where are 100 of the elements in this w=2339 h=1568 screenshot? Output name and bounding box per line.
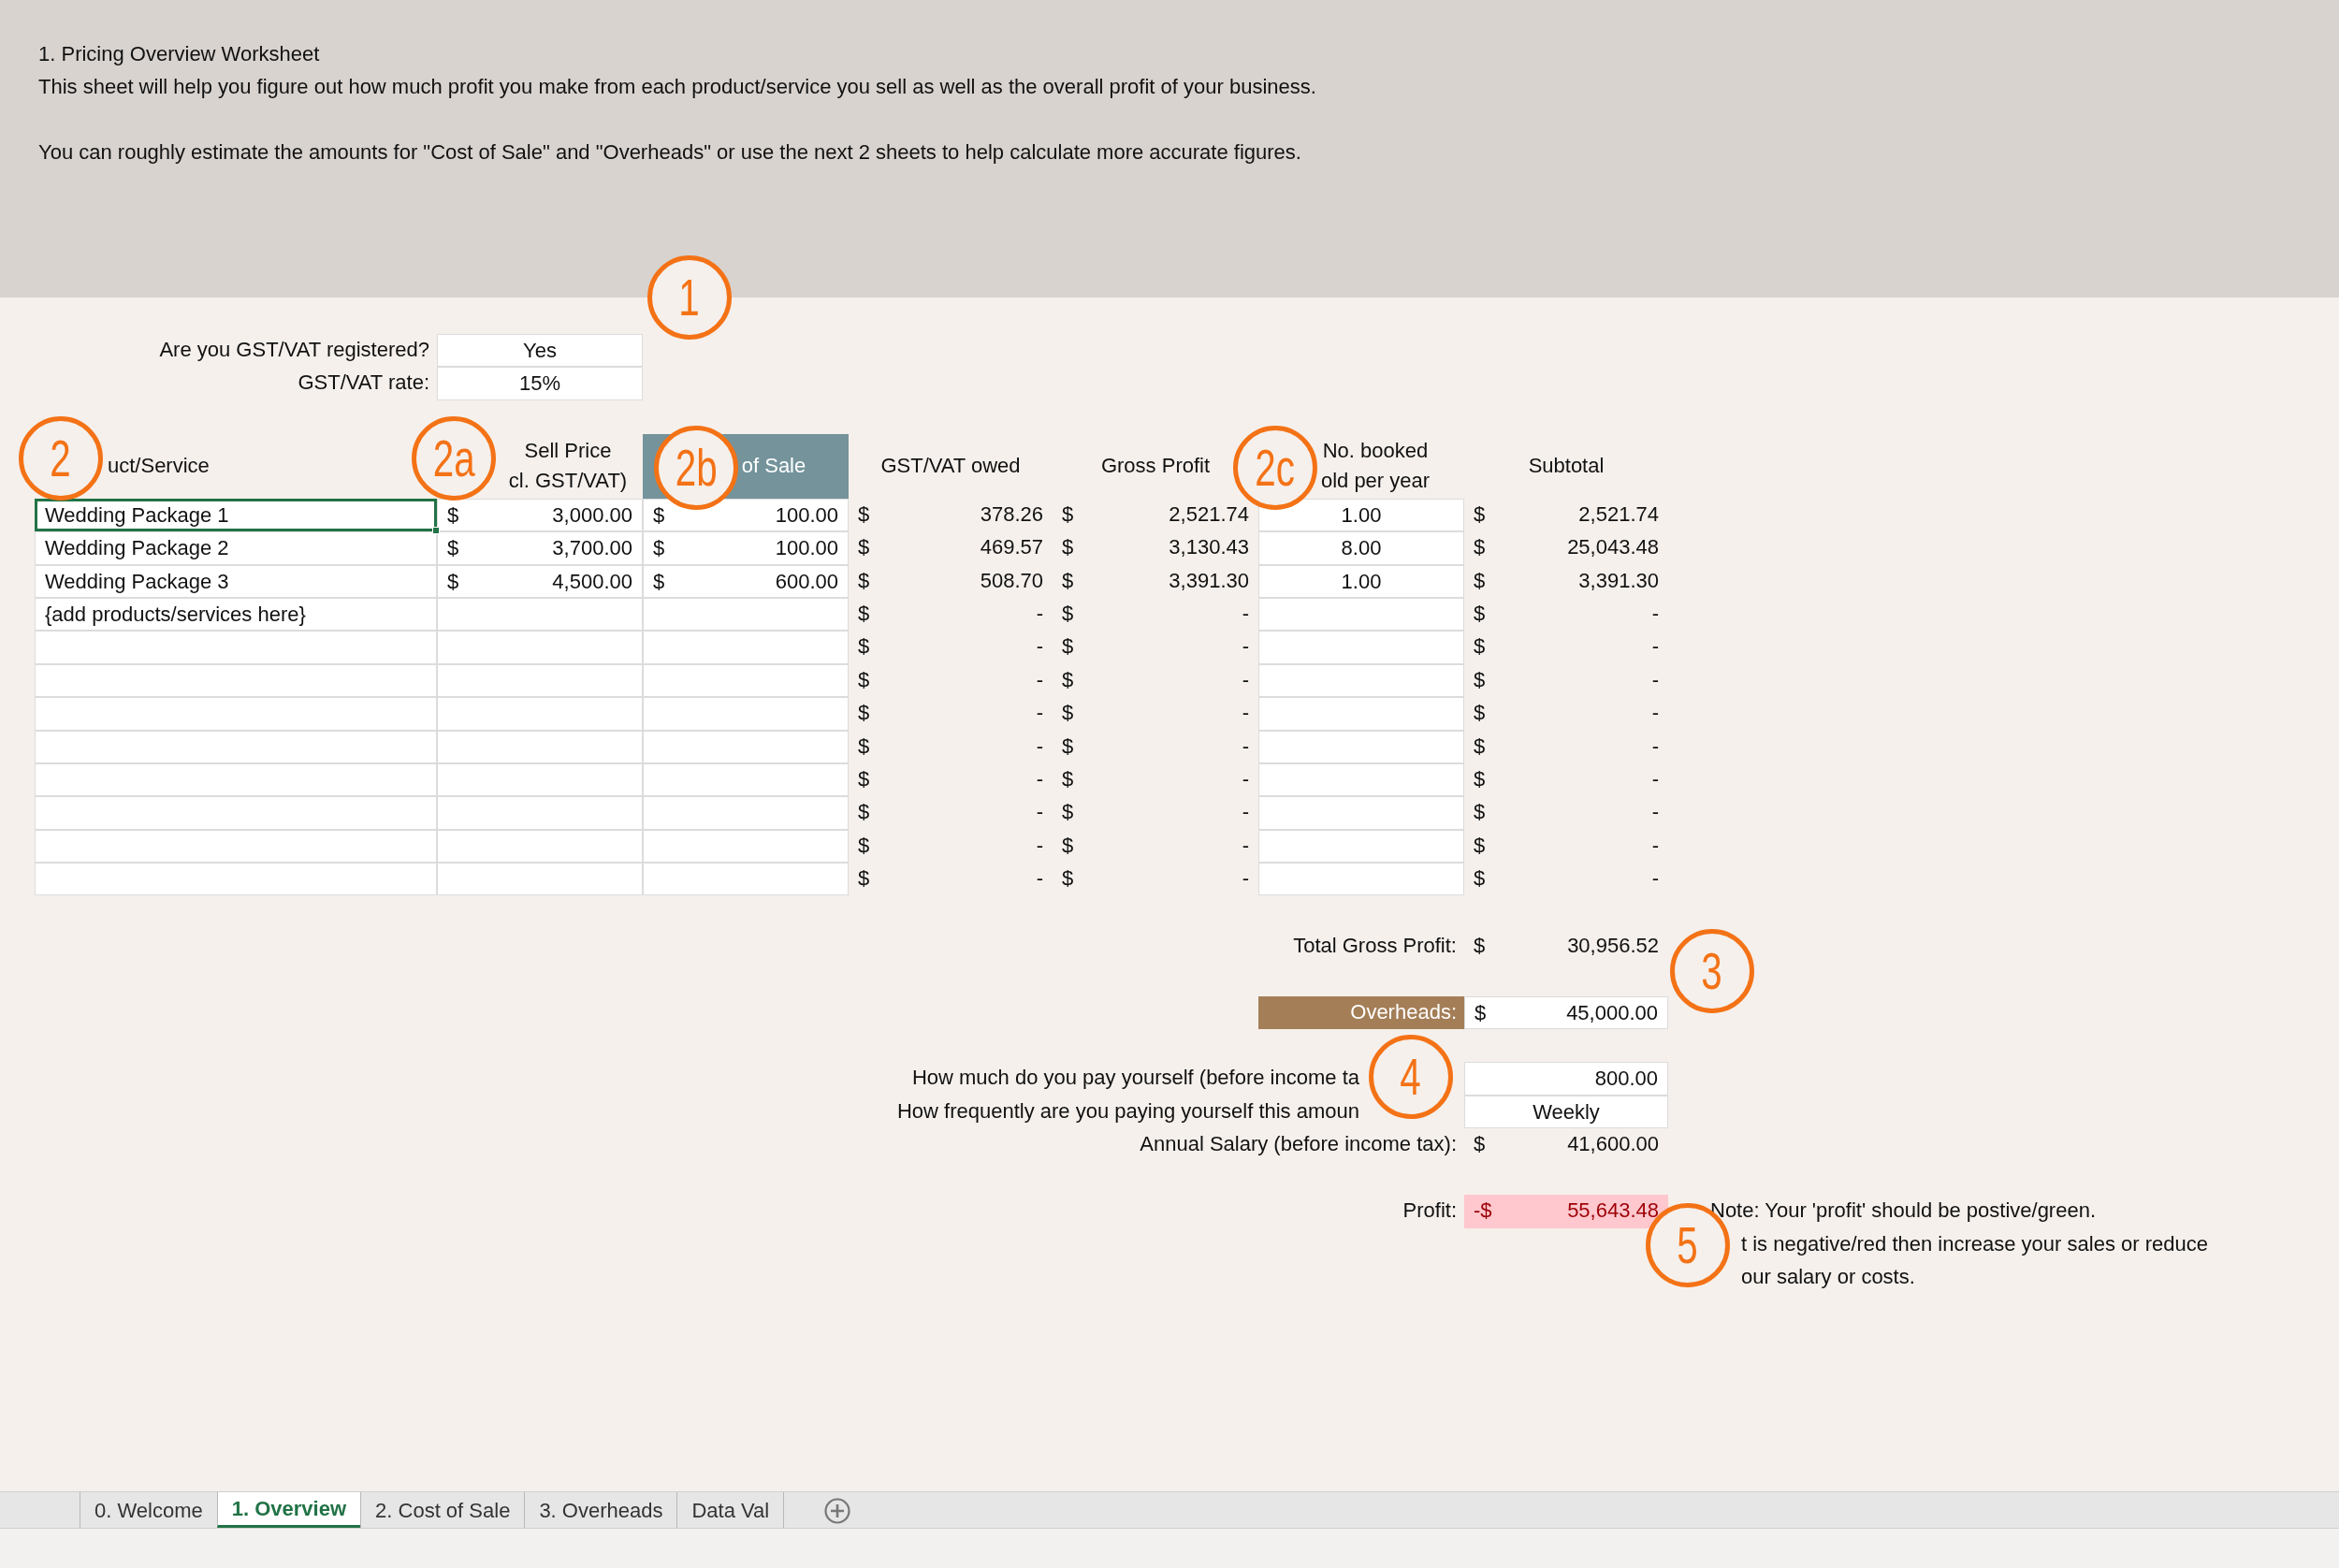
cell-value: -	[1242, 666, 1249, 693]
cell-value: 2,521.74	[1578, 501, 1659, 528]
currency-symbol: $	[1474, 666, 1486, 693]
summary-label: How frequently are you paying yourself this amoun	[896, 1098, 1359, 1123]
cell-value: -	[1036, 832, 1043, 859]
table-cell: {add products/services here}	[35, 597, 437, 632]
callout-number: 2	[19, 416, 103, 501]
summary-label: How much do you pay yourself (before income ta	[911, 1066, 1359, 1090]
note-text: t is negative/red then increase your sales or reduce	[1741, 1231, 2208, 1256]
callout-number: 3	[1670, 929, 1754, 1013]
table-cell: 1.00	[1258, 564, 1464, 598]
add-sheet-icon[interactable]	[823, 1497, 852, 1525]
description-text: You can roughly estimate the amounts for "Cost of Sale" and "Overheads" or use the next 2 sheets to help calculate more accurate figures.	[38, 139, 1302, 166]
cell-value: -	[1651, 733, 1659, 760]
cell-value: -	[1651, 633, 1659, 661]
field-label: GST/VAT rate:	[297, 370, 430, 397]
currency-symbol: $	[1474, 865, 1486, 893]
currency-symbol: $	[1062, 865, 1074, 893]
cell-value: 3,391.30	[1169, 567, 1249, 594]
currency-symbol: $	[858, 700, 870, 727]
currency-symbol: $	[1474, 600, 1486, 627]
summary-label: Annual Salary (before income tax):	[1139, 1131, 1458, 1158]
currency-symbol: $	[1062, 534, 1074, 561]
cell-value: -	[1651, 865, 1659, 893]
cell-value: 100.00	[775, 501, 838, 529]
cell-value: 100.00	[775, 535, 838, 562]
table-cell: 8.00	[1258, 531, 1464, 565]
cell-value: 508.70	[980, 567, 1043, 594]
currency-symbol: $	[1062, 567, 1074, 594]
column-header: of Sale	[741, 453, 806, 480]
cell-value: -	[1036, 765, 1043, 792]
field-label: Are you GST/VAT registered?	[158, 337, 430, 363]
cell-value: 30,956.52	[1567, 933, 1659, 960]
sheet-tab[interactable]: 3. Overheads	[524, 1492, 677, 1528]
currency-symbol: $	[1062, 501, 1074, 528]
currency-symbol: -$	[1474, 1198, 1492, 1225]
currency-symbol: $	[858, 733, 870, 760]
fill-handle[interactable]	[432, 527, 440, 535]
summary-label: Total Gross Profit:	[1292, 933, 1458, 960]
currency-symbol: $	[1474, 700, 1486, 727]
currency-symbol: $	[1474, 933, 1486, 960]
sheet-tab[interactable]: 2. Cost of Sale	[360, 1492, 525, 1528]
cell-value: 41,600.00	[1567, 1131, 1659, 1158]
column-header: Gross Profit	[1100, 453, 1211, 480]
cell-value: -	[1036, 865, 1043, 893]
currency-symbol: $	[1475, 999, 1487, 1026]
cell-value: 45,000.00	[1566, 999, 1658, 1026]
note-text: our salary or costs.	[1741, 1265, 1915, 1289]
currency-symbol: $	[1474, 733, 1486, 760]
cell-value: -	[1242, 733, 1249, 760]
currency-symbol: $	[858, 501, 870, 528]
cell-value: -	[1651, 700, 1659, 727]
callout-number: 1	[647, 255, 732, 340]
cell-value: -	[1242, 633, 1249, 661]
cell-value: 469.57	[980, 534, 1043, 561]
currency-symbol: $	[653, 568, 665, 595]
currency-symbol: $	[1474, 633, 1486, 661]
cell-value: -	[1036, 700, 1043, 727]
currency-symbol: $	[1062, 700, 1074, 727]
cell-value: 3,130.43	[1169, 534, 1249, 561]
input-cell[interactable]: Weekly	[1464, 1095, 1668, 1129]
cell-value: 55,643.48	[1567, 1198, 1659, 1225]
cell-value: -	[1036, 600, 1043, 627]
sheet-tab[interactable]: Data Val	[676, 1492, 785, 1528]
currency-symbol: $	[447, 501, 459, 529]
cell-value: 4,500.00	[552, 568, 632, 595]
currency-symbol: $	[1474, 501, 1486, 528]
input-cell[interactable]: 800.00	[1464, 1062, 1668, 1096]
input-cell[interactable]: 15%	[437, 367, 643, 400]
sheet-tab[interactable]: 1. Overview	[216, 1492, 361, 1528]
cell-value: -	[1651, 832, 1659, 859]
currency-symbol: $	[1062, 832, 1074, 859]
cell-value: 3,000.00	[552, 501, 632, 529]
cell-value: -	[1651, 666, 1659, 693]
currency-symbol: $	[1474, 765, 1486, 792]
currency-symbol: $	[1474, 799, 1486, 826]
cell-value: -	[1242, 700, 1249, 727]
input-cell[interactable]: Yes	[437, 334, 643, 368]
cell-value: -	[1036, 666, 1043, 693]
currency-symbol: $	[1474, 1131, 1486, 1158]
table-cell: Wedding Package 2	[35, 531, 437, 565]
cell-value: 25,043.48	[1567, 534, 1659, 561]
currency-symbol: $	[858, 865, 870, 893]
sheet-tab[interactable]: 0. Welcome	[80, 1492, 217, 1528]
cell-value: -	[1242, 865, 1249, 893]
column-header: No. booked old per year	[1320, 438, 1431, 495]
cell-value: -	[1651, 765, 1659, 792]
currency-symbol: $	[1474, 567, 1486, 594]
currency-symbol: $	[1062, 633, 1074, 661]
column-header: Subtotal	[1528, 453, 1605, 480]
currency-symbol: $	[1474, 832, 1486, 859]
currency-symbol: $	[858, 666, 870, 693]
currency-symbol: $	[1062, 733, 1074, 760]
cell-value: -	[1242, 765, 1249, 792]
cell-value: -	[1242, 600, 1249, 627]
currency-symbol: $	[1062, 765, 1074, 792]
cell-value: -	[1242, 799, 1249, 826]
cell-value: 3,391.30	[1578, 567, 1659, 594]
cell-value: -	[1651, 799, 1659, 826]
summary-label: Overheads:	[1258, 995, 1464, 1030]
